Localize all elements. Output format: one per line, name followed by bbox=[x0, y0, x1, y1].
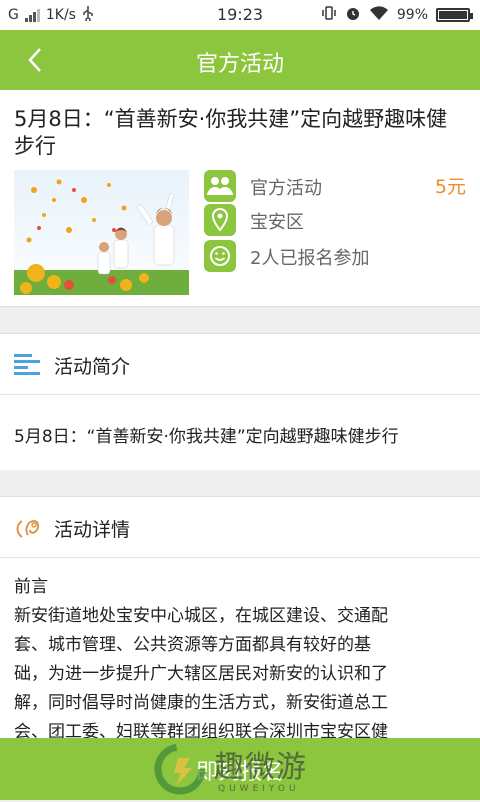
event-photo bbox=[14, 170, 189, 295]
flower-icon bbox=[14, 515, 42, 539]
details-line: 础，为进一步提升广大辖区居民对新安的认识和了 bbox=[14, 664, 388, 684]
intro-section: 活动简介 5月8日：“首善新安·你我共建”定向越野趣味健步行 bbox=[0, 333, 480, 470]
event-category: 官方活动 bbox=[250, 178, 322, 199]
event-location: 宝安区 bbox=[250, 212, 304, 233]
alarm-icon bbox=[345, 5, 361, 25]
event-summary-card: 5月8日：“首善新安·你我共建”定向越野趣味健步行 官方活动 5元 宝安区 2人… bbox=[0, 90, 480, 307]
intro-header: 活动简介 bbox=[0, 334, 480, 395]
smile-icon bbox=[204, 240, 236, 272]
details-line: 解，同时倡导时尚健康的生活方式，新安街道总工 bbox=[14, 693, 388, 713]
participants-row: 2人已报名参加 bbox=[204, 240, 474, 274]
event-price: 5元 bbox=[434, 176, 466, 198]
watermark-text: 趣微游 bbox=[214, 750, 307, 785]
participant-count: 2人已报名参加 bbox=[250, 248, 370, 269]
battery-icon bbox=[436, 8, 473, 22]
watermark-sub: QUWEIYOU bbox=[218, 784, 300, 794]
details-header: 活动详情 bbox=[0, 497, 480, 558]
status-bar: G 1K/s 19:23 99% bbox=[0, 0, 480, 30]
event-title: 5月8日：“首善新安·你我共建”定向越野趣味健步行 bbox=[14, 107, 448, 158]
details-line: 新安街道地处宝安中心城区，在城区建设、交通配 bbox=[14, 606, 388, 626]
details-section: 活动详情 前言 新安街道地处宝安中心城区，在城区建设、交通配 套、城市管理、公共… bbox=[0, 496, 480, 742]
group-icon bbox=[204, 170, 236, 202]
details-heading: 活动详情 bbox=[54, 519, 131, 541]
watermark-logo-icon bbox=[154, 743, 206, 795]
vibrate-icon bbox=[321, 5, 337, 25]
location-row: 宝安区 bbox=[204, 204, 474, 238]
details-body: 前言 新安街道地处宝安中心城区，在城区建设、交通配 套、城市管理、公共资源等方面… bbox=[14, 573, 470, 747]
page-title: 官方活动 bbox=[195, 52, 284, 77]
details-line: 前言 bbox=[14, 577, 48, 597]
category-row: 官方活动 bbox=[204, 170, 474, 204]
location-pin-icon bbox=[204, 204, 236, 236]
intro-text: 5月8日：“首善新安·你我共建”定向越野趣味健步行 bbox=[14, 427, 399, 447]
intro-heading: 活动简介 bbox=[54, 356, 131, 378]
wifi-icon bbox=[369, 5, 389, 25]
battery-fill bbox=[439, 11, 467, 19]
details-line: 套、城市管理、公共资源等方面都具有较好的基 bbox=[14, 635, 371, 655]
battery-percent: 99% bbox=[396, 7, 428, 23]
text-lines-icon bbox=[14, 352, 42, 376]
watermark: 趣微游 QUWEIYOU bbox=[150, 740, 340, 798]
status-right: 99% bbox=[321, 5, 473, 25]
app-bar: 官方活动 bbox=[0, 30, 480, 90]
